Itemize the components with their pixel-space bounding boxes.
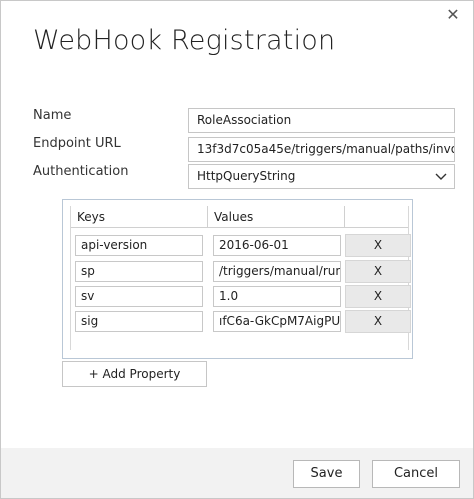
add-property-button[interactable]: + Add Property: [62, 361, 207, 387]
property-value-input[interactable]: 2016-06-01: [213, 235, 341, 256]
property-value-input[interactable]: 1.0: [213, 286, 341, 307]
dialog-footer: Save Cancel: [1, 448, 473, 498]
authentication-selected-value: HttpQueryString: [197, 169, 296, 183]
save-button[interactable]: Save: [293, 460, 360, 488]
endpoint-url-label: Endpoint URL: [33, 136, 121, 151]
webhook-registration-dialog: ✕ WebHook Registration Name RoleAssociat…: [0, 0, 474, 499]
property-key-input[interactable]: sv: [75, 286, 203, 307]
remove-property-button[interactable]: X: [345, 234, 411, 257]
cancel-button[interactable]: Cancel: [372, 460, 460, 488]
property-key-input[interactable]: sig: [75, 311, 203, 332]
remove-property-button[interactable]: X: [345, 260, 411, 283]
property-key-input[interactable]: sp: [75, 261, 203, 282]
remove-property-button[interactable]: X: [345, 285, 411, 308]
dialog-title: WebHook Registration: [33, 25, 336, 56]
properties-table: Keys Values api-version 2016-06-01 X sp …: [70, 206, 411, 350]
properties-grid: Keys Values api-version 2016-06-01 X sp …: [62, 199, 413, 359]
authentication-select[interactable]: HttpQueryString: [188, 164, 455, 189]
column-header-actions: [345, 206, 408, 228]
column-header-values: Values: [208, 206, 345, 228]
close-icon[interactable]: ✕: [443, 5, 463, 25]
remove-property-button[interactable]: X: [345, 310, 411, 333]
authentication-label: Authentication: [33, 164, 129, 179]
name-field[interactable]: RoleAssociation: [188, 108, 455, 133]
chevron-down-icon: [435, 173, 447, 180]
property-value-input[interactable]: ıfC6a-GkCpM7AigPU0: [213, 311, 341, 332]
property-value-input[interactable]: /triggers/manual/run: [213, 261, 341, 282]
property-key-input[interactable]: api-version: [75, 235, 203, 256]
name-label: Name: [33, 108, 72, 123]
endpoint-url-field[interactable]: 13f3d7c05a45e/triggers/manual/paths/invo…: [188, 137, 455, 162]
column-header-keys: Keys: [71, 206, 208, 228]
